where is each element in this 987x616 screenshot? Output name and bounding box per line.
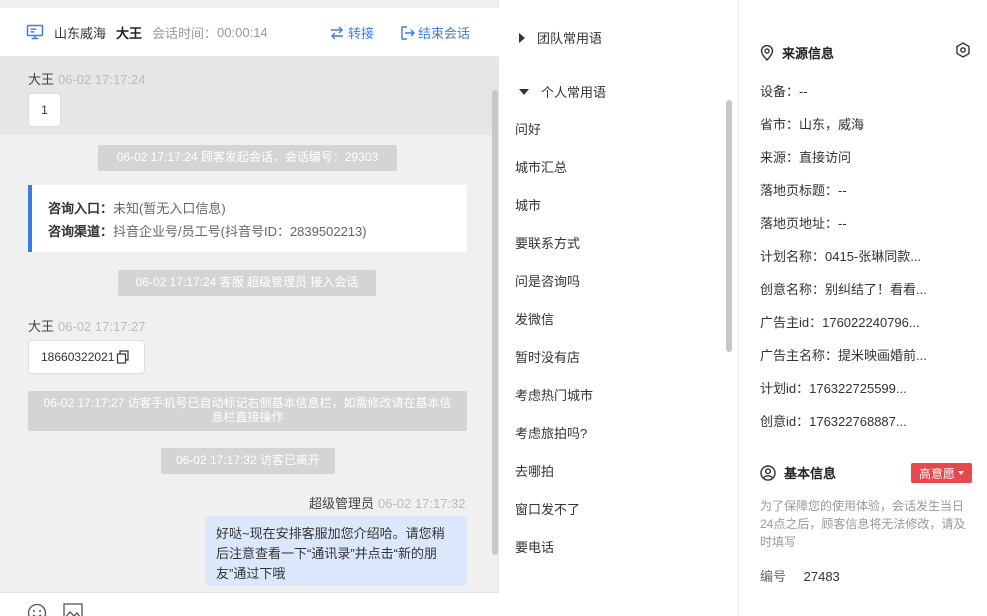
- source-field-landing-title: 落地页标题：--: [760, 183, 847, 198]
- message-time: 06-02 17:17:32: [378, 496, 466, 511]
- phrase-item[interactable]: 要电话: [515, 537, 554, 556]
- visitor-region: 山东威海: [54, 25, 107, 41]
- transfer-icon: [331, 26, 343, 39]
- copy-icon[interactable]: [116, 350, 130, 364]
- phrase-item[interactable]: 城市: [515, 195, 541, 214]
- basic-info-title: 基本信息: [760, 463, 836, 482]
- message-text: 好哒~现在安排客服加您介绍哈。请您稍后注意查看一下“通讯录”并点击“新的朋友”通…: [216, 526, 445, 581]
- source-info-label: 来源信息: [782, 46, 835, 61]
- chat-scrollbar[interactable]: [492, 90, 498, 555]
- target-icon[interactable]: [955, 42, 971, 58]
- source-field-landing-url: 落地页地址：--: [760, 216, 847, 231]
- entry-label: 咨询入口：: [48, 201, 114, 216]
- transfer-button[interactable]: 转接: [329, 8, 374, 57]
- edit-notice: 为了保障您的使用体验，会话发生当日24点之后，顾客信息将无法修改，请及时填写: [760, 499, 966, 549]
- basic-info-label: 基本信息: [784, 466, 837, 481]
- source-info-title: 来源信息: [760, 43, 834, 62]
- caret-down-icon: [958, 471, 964, 475]
- system-message: 06-02 17:17:24 客服 超级管理员 接入会话: [118, 270, 376, 296]
- system-message: 06-02 17:17:24 顾客发起会话，会话编号：29303: [98, 145, 397, 171]
- customer-id-row: 编号 27483: [760, 566, 840, 585]
- entry-value: 未知(暂无入口信息): [113, 201, 226, 216]
- source-field-plan-name: 计划名称：0415-张琳同款...: [760, 249, 922, 264]
- source-field-province: 省市：山东，威海: [760, 117, 865, 132]
- own-message-bubble: 好哒~现在安排客服加您介绍哈。请您稍后注意查看一下“通讯录”并点击“新的朋友”通…: [205, 516, 467, 586]
- caret-down-icon: [519, 88, 529, 95]
- location-icon: [760, 44, 774, 61]
- phrase-item[interactable]: 窗口发不了: [515, 499, 580, 518]
- computer-icon: [26, 24, 44, 40]
- customer-id-value: 27483: [803, 569, 840, 584]
- end-session-button[interactable]: 结束会话: [400, 8, 470, 57]
- source-field-creative-id: 创意id：176322768887...: [760, 414, 907, 429]
- phrase-item[interactable]: 要联系方式: [515, 233, 580, 252]
- customer-id-label: 编号: [760, 569, 787, 584]
- chat-panel: 山东威海 大王 会话时间： 00:00:14 转接 结束会话 大王 06-02 1…: [0, 0, 499, 616]
- message-sender: 大王 06-02 17:17:27: [28, 316, 145, 335]
- chat-header: 山东威海 大王 会话时间： 00:00:14 转接 结束会话: [0, 8, 499, 57]
- phrase-item[interactable]: 问好: [515, 119, 541, 138]
- team-phrases-title: 团队常用语: [537, 31, 603, 46]
- source-field-advertiser-id: 广告主id：176022240796...: [760, 315, 920, 330]
- session-time-label: 会话时间：: [152, 25, 218, 41]
- source-field-source: 来源：直接访问: [760, 150, 852, 165]
- phrase-item[interactable]: 发微信: [515, 309, 554, 328]
- customer-info-panel: 来源信息 设备：-- 省市：山东，威海 来源：直接访问 落地页标题：-- 落地页…: [739, 0, 987, 616]
- message-text: 18660322021: [41, 350, 115, 364]
- chat-toolbar: [0, 592, 499, 616]
- channel-label: 咨询渠道：: [48, 224, 114, 239]
- phrase-item[interactable]: 考虑热门城市: [515, 385, 593, 404]
- user-icon: [760, 464, 776, 481]
- phrase-item[interactable]: 考虑旅拍吗?: [515, 423, 587, 442]
- common-phrases-panel: 团队常用语 个人常用语 问好 城市汇总 城市 要联系方式 问是咨询吗 发微信 暂…: [499, 0, 739, 616]
- sender-name: 大王: [28, 72, 55, 87]
- source-field-device: 设备：--: [760, 84, 808, 99]
- intent-level-select[interactable]: 高意愿: [911, 463, 972, 483]
- visitor-name: 大王: [116, 25, 143, 41]
- team-phrases-group[interactable]: 团队常用语: [519, 28, 602, 47]
- source-field-creative-name: 创意名称：别纠结了！看看...: [760, 282, 927, 297]
- message-bubble: 18660322021: [28, 340, 145, 374]
- channel-value: 抖音企业号/员工号(抖音号ID：2839502213): [113, 224, 367, 239]
- personal-phrases-group[interactable]: 个人常用语: [519, 82, 606, 101]
- end-session-label: 结束会话: [418, 26, 471, 41]
- source-field-plan-id: 计划id：176322725599...: [760, 381, 907, 396]
- message-time: 06-02 17:17:24: [58, 72, 146, 87]
- system-message: 06-02 17:17:27 访客手机号已自动标记右侧基本信息栏，如需修改请在基…: [28, 391, 467, 431]
- message-sender: 大王 06-02 17:17:24: [28, 69, 145, 88]
- exit-icon: [401, 25, 415, 40]
- sender-name: 大王: [28, 319, 55, 334]
- source-field-advertiser-name: 广告主名称：提米映画婚前...: [760, 348, 927, 363]
- session-time: 00:00:14: [217, 24, 268, 40]
- message-text: 1: [41, 103, 48, 117]
- phrase-item[interactable]: 暂时没有店: [515, 347, 580, 366]
- emoji-icon[interactable]: [27, 603, 47, 616]
- message-time: 06-02 17:17:27: [58, 319, 146, 334]
- caret-right-icon: [519, 32, 525, 43]
- personal-phrases-title: 个人常用语: [541, 85, 607, 100]
- message-sender: 超级管理员 06-02 17:17:32: [309, 493, 465, 512]
- transfer-label: 转接: [348, 26, 375, 41]
- consult-info-card: 咨询入口：未知(暂无入口信息) 咨询渠道：抖音企业号/员工号(抖音号ID：283…: [28, 185, 467, 252]
- message-bubble: 1: [28, 93, 61, 127]
- phrases-scrollbar[interactable]: [726, 100, 732, 352]
- image-icon[interactable]: [63, 603, 83, 616]
- sender-name: 超级管理员: [309, 496, 375, 511]
- phrase-item[interactable]: 问是咨询吗: [515, 271, 580, 290]
- system-message: 06-02 17:17:32 访客已离开: [161, 448, 335, 474]
- intent-level-label: 高意愿: [918, 466, 955, 481]
- phrase-item[interactable]: 去哪拍: [515, 461, 554, 480]
- phrase-item[interactable]: 城市汇总: [515, 157, 567, 176]
- message-list[interactable]: 大王 06-02 17:17:24 1 06-02 17:17:24 顾客发起会话…: [0, 57, 499, 592]
